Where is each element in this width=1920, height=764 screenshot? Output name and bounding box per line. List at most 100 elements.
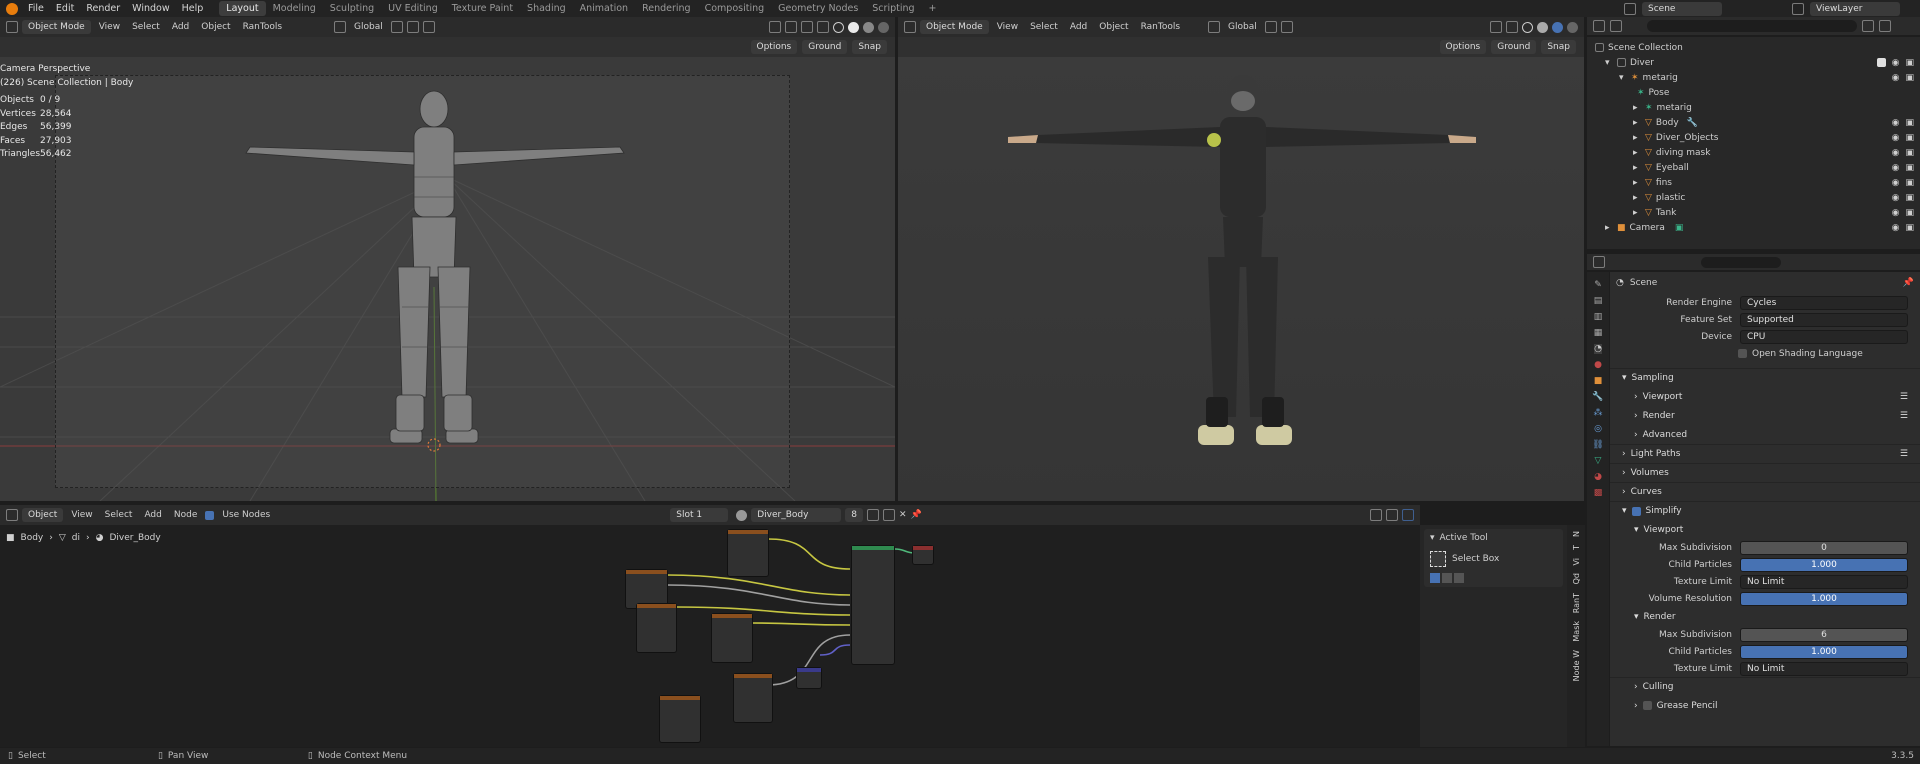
- eye-icon[interactable]: ◉: [1892, 58, 1900, 68]
- chevron-down-icon[interactable]: ▾: [1430, 533, 1435, 543]
- orientation-selector[interactable]: Global: [1224, 22, 1261, 32]
- camera-render-icon[interactable]: ▣: [1905, 118, 1914, 128]
- outliner-item-tank[interactable]: ▸ ▽ Tank ◉ ▣: [1587, 205, 1920, 220]
- scene-tab-icon[interactable]: ◔: [1594, 344, 1602, 354]
- grease-pencil-checkbox[interactable]: [1642, 701, 1652, 710]
- shading-solid-icon[interactable]: [1537, 21, 1548, 33]
- section-simplify[interactable]: ▾ Simplify: [1610, 501, 1920, 520]
- camera-render-icon[interactable]: ▣: [1905, 193, 1914, 203]
- editor-type-icon[interactable]: [6, 509, 18, 521]
- overlay-icon[interactable]: [1506, 21, 1518, 33]
- properties-editor-icon[interactable]: [1593, 256, 1605, 268]
- device-dropdown[interactable]: CPU: [1740, 329, 1908, 344]
- menu-help[interactable]: Help: [176, 3, 210, 14]
- material-users-count[interactable]: 8: [845, 508, 863, 522]
- display-mode-icon[interactable]: [1610, 20, 1622, 32]
- tool-tab-icon[interactable]: ✎: [1594, 280, 1602, 290]
- section-culling[interactable]: › Culling: [1610, 677, 1920, 696]
- sidebar-tab-qd[interactable]: Qd: [1572, 573, 1581, 584]
- menu-add[interactable]: Add: [168, 22, 193, 32]
- menu-object[interactable]: Object: [197, 22, 234, 32]
- outliner-search-field[interactable]: [1647, 20, 1857, 32]
- orientation-selector[interactable]: Global: [350, 22, 387, 32]
- eye-icon[interactable]: ◉: [1892, 223, 1900, 233]
- camera-render-icon[interactable]: ▣: [1905, 58, 1914, 68]
- workspace-tab-uv-editing[interactable]: UV Editing: [381, 1, 445, 16]
- menu-edit[interactable]: Edit: [50, 3, 80, 14]
- render-engine-dropdown[interactable]: Cycles: [1740, 295, 1908, 310]
- eye-icon[interactable]: ◉: [1892, 178, 1900, 188]
- eye-icon[interactable]: ◉: [1892, 208, 1900, 218]
- shading-wireframe-icon[interactable]: [1522, 21, 1533, 33]
- node-texture-5[interactable]: [733, 673, 773, 723]
- outliner-editor-icon[interactable]: [1593, 20, 1605, 32]
- mode-extend-icon[interactable]: [1442, 573, 1452, 583]
- menu-view[interactable]: View: [993, 22, 1022, 32]
- mode-new-icon[interactable]: [1430, 573, 1440, 583]
- menu-select[interactable]: Select: [128, 22, 164, 32]
- section-grease-pencil[interactable]: › Grease Pencil: [1610, 696, 1920, 715]
- backdrop-icon[interactable]: [1402, 509, 1414, 521]
- node-texture-1[interactable]: [727, 529, 769, 577]
- feature-set-dropdown[interactable]: Supported: [1740, 312, 1908, 327]
- list-icon[interactable]: ☰: [1900, 449, 1908, 459]
- workspace-tab-layout[interactable]: Layout: [219, 1, 266, 16]
- blender-logo-icon[interactable]: [6, 2, 18, 15]
- menu-view[interactable]: View: [95, 22, 124, 32]
- subsection-render[interactable]: › Render ☰: [1610, 406, 1920, 425]
- camera-render-icon[interactable]: ▣: [1905, 178, 1914, 188]
- snap-button[interactable]: Snap: [1541, 40, 1576, 54]
- menu-select[interactable]: Select: [101, 510, 137, 520]
- visibility-icon[interactable]: [1490, 21, 1502, 33]
- view-layer-tab-icon[interactable]: ▦: [1594, 328, 1603, 338]
- snap-toggle-icon[interactable]: [1280, 21, 1293, 33]
- pivot-icon[interactable]: [1264, 21, 1277, 33]
- node-texture-3[interactable]: [636, 603, 677, 653]
- list-icon[interactable]: ☰: [1900, 411, 1908, 421]
- section-volumes[interactable]: › Volumes: [1610, 463, 1920, 482]
- eye-icon[interactable]: ◉: [1892, 193, 1900, 203]
- workspace-tab-animation[interactable]: Animation: [573, 1, 635, 16]
- mode-selector[interactable]: Object Mode: [920, 20, 989, 34]
- osl-checkbox[interactable]: [1738, 349, 1747, 358]
- workspace-tab-compositing[interactable]: Compositing: [698, 1, 772, 16]
- workspace-tab-scripting[interactable]: Scripting: [865, 1, 921, 16]
- properties-search-field[interactable]: [1701, 256, 1781, 268]
- overlay-icon[interactable]: [801, 21, 813, 33]
- new-collection-icon[interactable]: [1879, 20, 1891, 32]
- section-curves[interactable]: › Curves: [1610, 482, 1920, 501]
- physics-tab-icon[interactable]: ◎: [1594, 424, 1602, 434]
- pivot-icon[interactable]: [390, 21, 403, 33]
- outliner-item-pose[interactable]: ✶ Pose: [1587, 85, 1920, 100]
- data-tab-icon[interactable]: ▽: [1595, 456, 1602, 466]
- menu-file[interactable]: File: [22, 3, 50, 14]
- render-tab-icon[interactable]: ▤: [1594, 296, 1603, 306]
- pin-icon[interactable]: 📌: [1903, 278, 1914, 288]
- shading-material-icon[interactable]: [863, 21, 874, 33]
- workspace-tab-sculpting[interactable]: Sculpting: [323, 1, 381, 16]
- simplify-viewport[interactable]: ▾ Viewport: [1610, 520, 1920, 539]
- editor-type-icon[interactable]: [904, 21, 916, 33]
- select-box-icon[interactable]: [1430, 551, 1446, 567]
- output-tab-icon[interactable]: ▥: [1594, 312, 1603, 322]
- menu-render[interactable]: Render: [80, 3, 126, 14]
- mode-selector[interactable]: Object Mode: [22, 20, 91, 34]
- outliner-item-plastic[interactable]: ▸ ▽ plastic ◉ ▣: [1587, 190, 1920, 205]
- editor-type-icon[interactable]: [6, 21, 18, 33]
- menu-node[interactable]: Node: [170, 510, 202, 520]
- menu-rantools[interactable]: RanTools: [1137, 22, 1184, 32]
- particles-tab-icon[interactable]: ⁂: [1594, 408, 1603, 418]
- v-texture-limit-dropdown[interactable]: No Limit: [1740, 574, 1908, 589]
- right-viewport[interactable]: [898, 57, 1584, 501]
- v-child-particles-slider[interactable]: 1.000: [1740, 557, 1908, 572]
- eye-icon[interactable]: ◉: [1892, 133, 1900, 143]
- material-name-field[interactable]: Diver_Body: [751, 508, 842, 522]
- shading-material-icon[interactable]: [1552, 21, 1563, 33]
- camera-render-icon[interactable]: ▣: [1905, 163, 1914, 173]
- snap-toggle-icon[interactable]: [406, 21, 419, 33]
- sidebar-tab-mask[interactable]: Mask: [1572, 621, 1581, 642]
- node-editor-canvas[interactable]: ■ Body › ▽ di › ◕ Diver_Body: [0, 525, 1420, 747]
- checkbox-icon[interactable]: [1876, 58, 1886, 67]
- overlay-icon[interactable]: [1386, 509, 1398, 521]
- outliner-item-diving-mask[interactable]: ▸ ▽ diving mask ◉ ▣: [1587, 145, 1920, 160]
